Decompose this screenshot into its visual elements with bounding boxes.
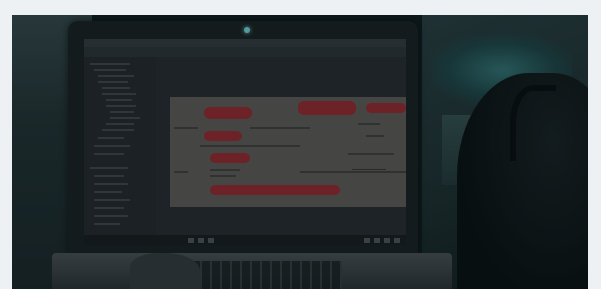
document-text-line xyxy=(366,135,384,137)
photo xyxy=(12,15,588,289)
document-text-line xyxy=(210,169,240,171)
redacted-cheque-document xyxy=(170,97,406,207)
ide-menubar xyxy=(84,39,406,47)
signature-mark xyxy=(352,159,386,170)
hand xyxy=(130,253,200,289)
taskbar-icon xyxy=(198,238,204,243)
redaction-mark xyxy=(204,107,252,119)
redaction-mark xyxy=(204,131,242,141)
document-text-line xyxy=(250,127,310,129)
taskbar-icon xyxy=(374,238,380,243)
document-text-line xyxy=(174,127,198,129)
document-text-line xyxy=(300,171,406,173)
webcam-light-icon xyxy=(244,27,250,33)
redaction-mark xyxy=(210,185,340,195)
laptop-screen xyxy=(84,39,406,245)
ide-statusbar xyxy=(84,235,406,245)
document-text-line xyxy=(174,171,188,173)
document-text-line xyxy=(348,153,394,155)
document-text-line xyxy=(200,145,300,147)
redaction-mark xyxy=(366,103,406,113)
redaction-mark xyxy=(210,153,250,163)
redaction-mark xyxy=(298,101,356,115)
taskbar-icon xyxy=(188,238,194,243)
taskbar-icon xyxy=(384,238,390,243)
taskbar-icon xyxy=(394,238,400,243)
file-tree-panel xyxy=(84,57,156,235)
ide-toolbar xyxy=(84,47,406,57)
document-text-line xyxy=(358,123,380,125)
taskbar-icon xyxy=(208,238,214,243)
document-text-line xyxy=(210,175,236,177)
taskbar-icon xyxy=(364,238,370,243)
headphones xyxy=(510,85,556,161)
